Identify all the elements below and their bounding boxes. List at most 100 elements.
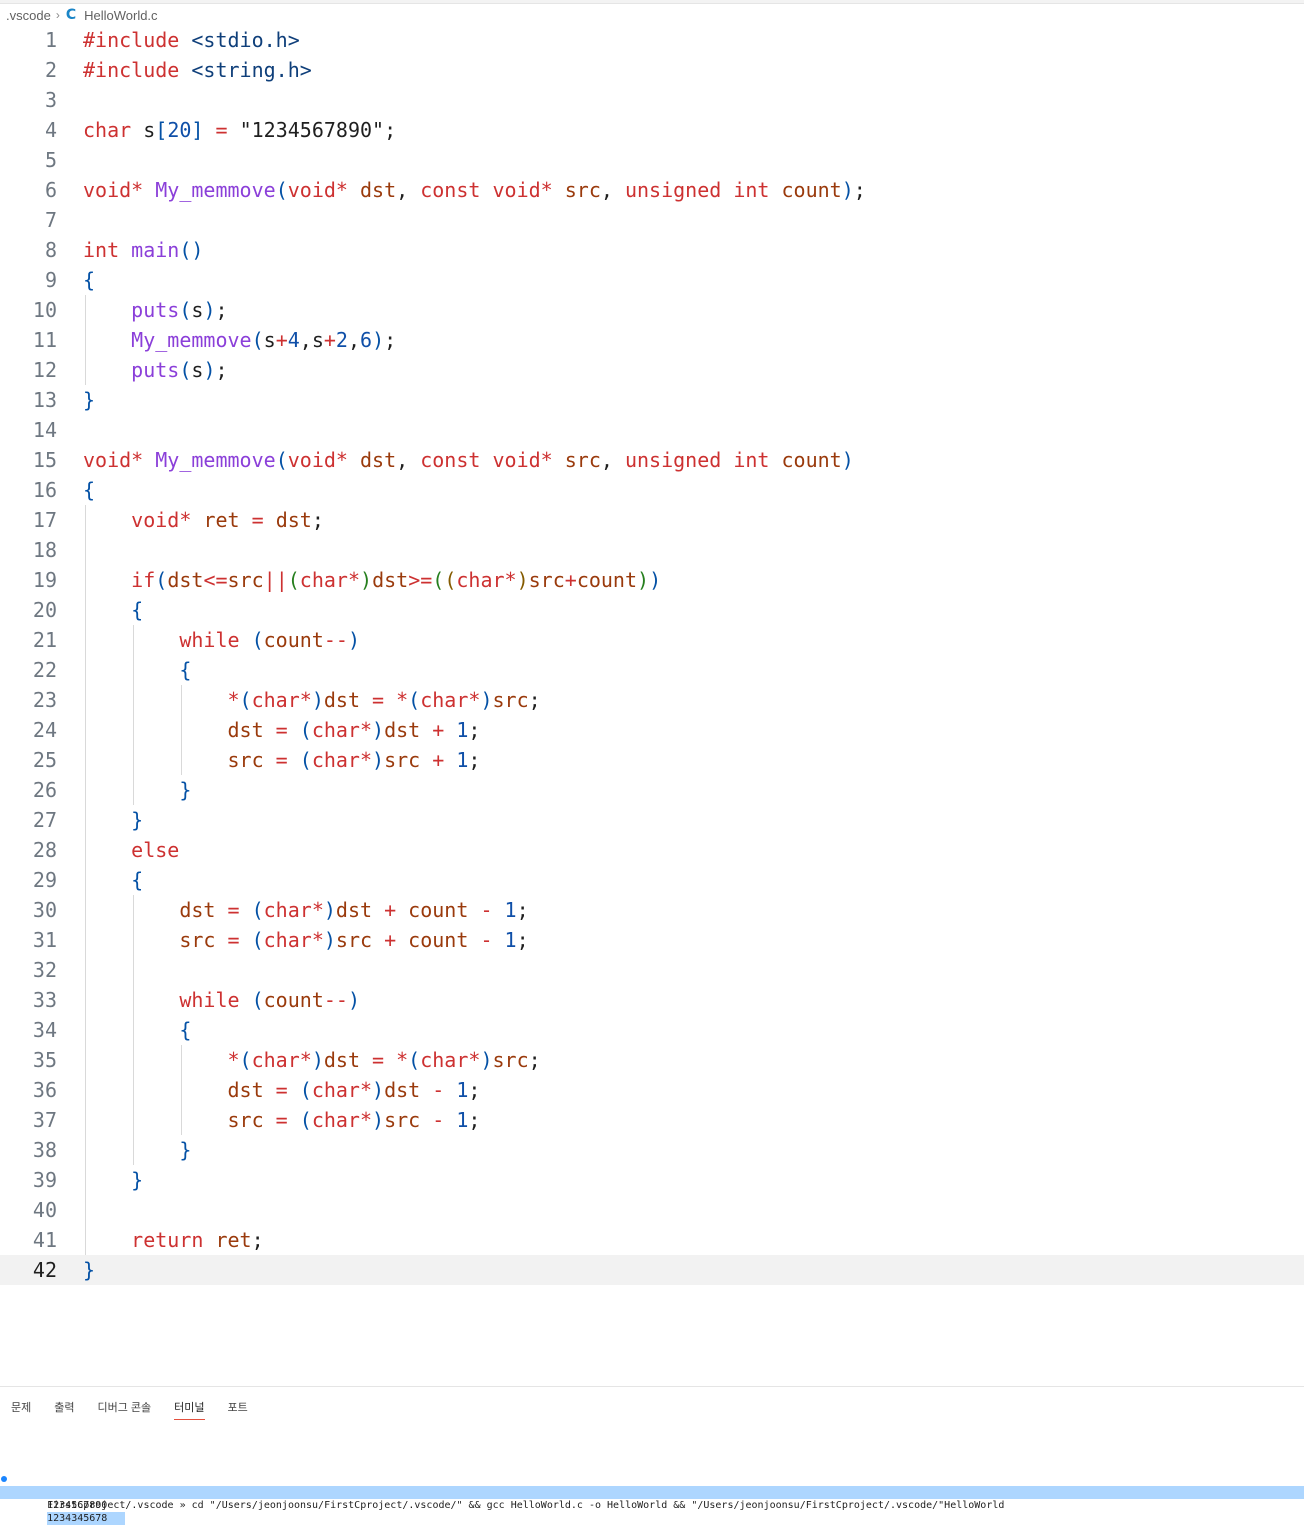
- code-line[interactable]: 39 }: [0, 1165, 1304, 1195]
- indent-guide: [133, 1015, 134, 1045]
- indent-guide: [85, 355, 86, 385]
- code-text: puts(s);: [131, 358, 228, 382]
- code-text: *(char*)dst = *(char*)src;: [227, 1048, 541, 1072]
- code-line[interactable]: 1 #include <stdio.h>: [0, 25, 1304, 55]
- indent-guide: [133, 625, 134, 655]
- indent-guide: [181, 1105, 182, 1135]
- code-line[interactable]: 15 void* My_memmove(void* dst, const void…: [0, 445, 1304, 475]
- indent-guide: [133, 775, 134, 805]
- code-line[interactable]: 13}: [0, 385, 1304, 415]
- code-line[interactable]: 2 #include <string.h>: [0, 55, 1304, 85]
- code-line[interactable]: 16 {: [0, 475, 1304, 505]
- indent-guide: [181, 745, 182, 775]
- line-number: 31: [32, 928, 57, 952]
- code-line[interactable]: 32: [0, 955, 1304, 985]
- terminal[interactable]: FirstCproject/.vscode » cd "/Users/jeonj…: [0, 1473, 1304, 1525]
- line-number: 6: [44, 178, 57, 202]
- tab-3[interactable]: 터미널: [174, 1399, 205, 1420]
- code-line[interactable]: 35 *(char*)dst = *(char*)src;: [0, 1045, 1304, 1075]
- code-line[interactable]: 25 src = (char*)src + 1;: [0, 745, 1304, 775]
- code-text: My_memmove(s+4,s+2,6);: [131, 328, 397, 352]
- indent-guide: [85, 535, 86, 565]
- code-line[interactable]: 21 while (count--): [0, 625, 1304, 655]
- breadcrumb: .vscode › C HelloWorld.c: [6, 6, 158, 24]
- code-line[interactable]: 18: [0, 535, 1304, 565]
- terminal-command-line: FirstCproject/.vscode » cd "/Users/jeonj…: [0, 1473, 1304, 1511]
- terminal-output-line: 1234567890: [0, 1486, 1304, 1511]
- indent-guide: [85, 595, 86, 625]
- code-line[interactable]: 10 puts(s);: [0, 295, 1304, 325]
- line-number: 13: [32, 388, 57, 412]
- code-line[interactable]: 30 dst = (char*)dst + count - 1;: [0, 895, 1304, 925]
- code-line[interactable]: 17 void* ret = dst;: [0, 505, 1304, 535]
- code-text: if(dst<=src||(char*)dst>=((char*)src+cou…: [131, 568, 662, 592]
- code-line[interactable]: 33 while (count--): [0, 985, 1304, 1015]
- code-line[interactable]: 37 src = (char*)src - 1;: [0, 1105, 1304, 1135]
- code-editor[interactable]: 1 #include <stdio.h> 2 #include <string.h> 3…: [0, 25, 1304, 1290]
- line-number: 11: [32, 328, 57, 352]
- code-line[interactable]: 3: [0, 85, 1304, 115]
- code-line[interactable]: 5: [0, 145, 1304, 175]
- code-text: {: [131, 598, 144, 622]
- code-line[interactable]: 22 {: [0, 655, 1304, 685]
- code-line[interactable]: 40: [0, 1195, 1304, 1225]
- code-text: void* ret = dst;: [131, 508, 324, 532]
- code-line[interactable]: 19 if(dst<=src||(char*)dst>=((char*)src+…: [0, 565, 1304, 595]
- code-line[interactable]: 42}: [0, 1255, 1304, 1285]
- line-number: 27: [32, 808, 57, 832]
- indent-guide: [133, 985, 134, 1015]
- c-file-icon: C: [65, 7, 77, 23]
- code-line[interactable]: 7: [0, 205, 1304, 235]
- code-line[interactable]: 8 int main(): [0, 235, 1304, 265]
- line-number: 41: [32, 1228, 57, 1252]
- code-line[interactable]: 23 *(char*)dst = *(char*)src;: [0, 685, 1304, 715]
- code-line[interactable]: 14: [0, 415, 1304, 445]
- code-text: while (count--): [179, 628, 360, 652]
- code-line[interactable]: 36 dst = (char*)dst - 1;: [0, 1075, 1304, 1105]
- code-line[interactable]: 38 }: [0, 1135, 1304, 1165]
- indent-guide: [85, 895, 86, 925]
- code-line[interactable]: 6 void* My_memmove(void* dst, const void*…: [0, 175, 1304, 205]
- code-line[interactable]: 11 My_memmove(s+4,s+2,6);: [0, 325, 1304, 355]
- line-number: 4: [44, 118, 57, 142]
- breadcrumb-file[interactable]: HelloWorld.c: [84, 8, 157, 23]
- code-text: dst = (char*)dst - 1;: [227, 1078, 481, 1102]
- line-number: 2: [44, 58, 57, 82]
- tab-2[interactable]: 디버그 콘솔: [98, 1399, 152, 1420]
- code-text: void* My_memmove(void* dst, const void* …: [83, 448, 854, 472]
- line-number: 24: [32, 718, 57, 742]
- line-number: 5: [44, 148, 57, 172]
- code-line[interactable]: 24 dst = (char*)dst + 1;: [0, 715, 1304, 745]
- command-status-dot-icon: [1, 1476, 7, 1482]
- line-number: 33: [32, 988, 57, 1012]
- line-number: 10: [32, 298, 57, 322]
- code-line[interactable]: 41 return ret;: [0, 1225, 1304, 1255]
- indent-guide: [133, 685, 134, 715]
- code-text: return ret;: [131, 1228, 264, 1252]
- code-text: dst = (char*)dst + count - 1;: [179, 898, 529, 922]
- code-line[interactable]: 20 {: [0, 595, 1304, 625]
- indent-guide: [85, 1135, 86, 1165]
- code-line[interactable]: 26 }: [0, 775, 1304, 805]
- code-line[interactable]: 29 {: [0, 865, 1304, 895]
- code-line[interactable]: 9{: [0, 265, 1304, 295]
- code-line[interactable]: 12 puts(s);: [0, 355, 1304, 385]
- line-number: 34: [32, 1018, 57, 1042]
- indent-guide: [85, 1195, 86, 1225]
- top-border: [0, 0, 1304, 4]
- code-line[interactable]: 27 }: [0, 805, 1304, 835]
- code-line[interactable]: 31 src = (char*)src + count - 1;: [0, 925, 1304, 955]
- code-text: {: [179, 658, 192, 682]
- tab-0[interactable]: 문제: [11, 1399, 31, 1420]
- code-text: src = (char*)src - 1;: [227, 1108, 481, 1132]
- indent-guide: [181, 685, 182, 715]
- line-number: 22: [32, 658, 57, 682]
- tab-1[interactable]: 출력: [54, 1399, 74, 1420]
- code-text: }: [131, 1168, 144, 1192]
- code-line[interactable]: 4 char s[20] = "1234567890";: [0, 115, 1304, 145]
- breadcrumb-folder[interactable]: .vscode: [6, 8, 51, 23]
- code-line[interactable]: 34 {: [0, 1015, 1304, 1045]
- code-line[interactable]: 28 else: [0, 835, 1304, 865]
- tab-4[interactable]: 포트: [228, 1399, 248, 1420]
- line-number: 25: [32, 748, 57, 772]
